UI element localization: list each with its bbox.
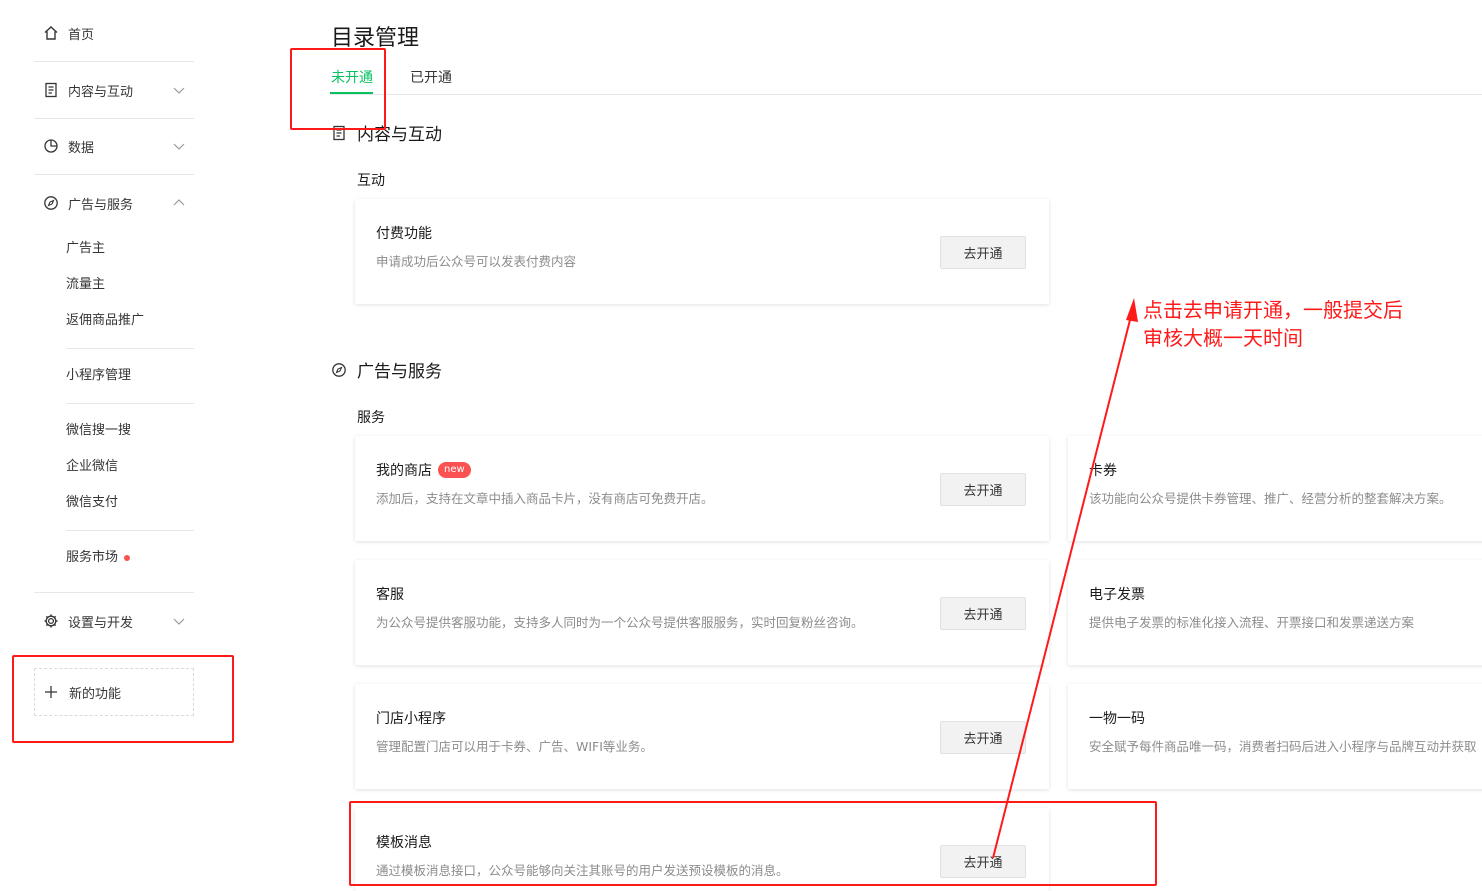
sidebar-item-ads[interactable]: 广告与服务 (34, 188, 194, 218)
feature-card-shop: 我的商店 new 添加后，支持在文章中插入商品卡片，没有商店可免费开店。 去开通 (355, 436, 1049, 541)
plus-icon (45, 686, 57, 698)
card-description: 通过模板消息接口，公众号能够向关注其账号的用户发送预设模板的消息。 (376, 863, 789, 878)
section-title-content: 内容与互动 (331, 120, 442, 145)
feature-card-customer-service: 客服 为公众号提供客服功能，支持多人同时为一个公众号提供客服服务，实时回复粉丝咨… (355, 560, 1049, 665)
home-icon (42, 24, 60, 42)
sidebar-subitem-publisher[interactable]: 流量主 (66, 275, 105, 295)
card-title: 卡券 (1089, 463, 1117, 479)
group-label-interact: 互动 (357, 173, 385, 189)
divider (66, 348, 194, 349)
card-description: 添加后，支持在文章中插入商品卡片，没有商店可免费开店。 (376, 491, 714, 506)
new-function-button[interactable]: 新的功能 (34, 668, 194, 716)
enable-button[interactable]: 去开通 (940, 236, 1026, 269)
card-title: 客服 (376, 587, 404, 603)
feature-card-paid: 付费功能 申请成功后公众号可以发表付费内容 去开通 (355, 199, 1049, 304)
enable-button[interactable]: 去开通 (940, 473, 1026, 506)
card-description: 该功能向公众号提供卡券管理、推广、经营分析的整套解决方案。 (1089, 491, 1452, 506)
annotation-line: 点击去申请开通，一般提交后 (1143, 298, 1403, 322)
sidebar-subitem-commission[interactable]: 返佣商品推广 (66, 311, 144, 331)
divider (34, 592, 194, 593)
feature-card-one-item-one-code: 一物一码 安全赋予每件商品唯一码，消费者扫码后进入小程序与品牌互动并获取 (1068, 684, 1482, 789)
card-description: 申请成功后公众号可以发表付费内容 (376, 254, 577, 269)
chevron-down-icon (173, 143, 185, 150)
sidebar-item-label: 内容与互动 (68, 84, 134, 100)
annotation-text: 点击去申请开通，一般提交后 审核大概一天时间 (1143, 296, 1403, 352)
card-title: 一物一码 (1089, 711, 1145, 727)
card-title: 模板消息 (376, 835, 432, 851)
sidebar-item-settings[interactable]: 设置与开发 (34, 606, 194, 636)
sidebar-subitem-search[interactable]: 微信搜一搜 (66, 421, 131, 441)
sidebar-item-home[interactable]: 首页 (34, 18, 194, 48)
card-title: 门店小程序 (376, 711, 446, 727)
sidebar-item-label: 设置与开发 (68, 615, 134, 631)
feature-card-invoice: 电子发票 提供电子发票的标准化接入流程、开票接口和发票递送方案 (1068, 560, 1482, 665)
card-description: 管理配置门店可以用于卡券、广告、WIFI等业务。 (376, 739, 653, 754)
section-title-ads: 广告与服务 (331, 357, 442, 382)
new-function-label: 新的功能 (69, 686, 122, 702)
enable-button[interactable]: 去开通 (940, 845, 1026, 878)
divider (66, 530, 194, 531)
group-label-service: 服务 (357, 410, 385, 426)
gear-icon (42, 612, 60, 630)
card-description: 提供电子发票的标准化接入流程、开票接口和发票递送方案 (1089, 615, 1415, 630)
sidebar: 首页 内容与互动 数据 广告与服务 广告主 流量主 返佣商品推广 小程序管理 微… (0, 0, 240, 891)
chevron-down-icon (173, 87, 185, 94)
sidebar-subitem-advertiser[interactable]: 广告主 (66, 239, 105, 259)
sidebar-item-label: 首页 (68, 27, 95, 43)
feature-card-coupon: 卡券 该功能向公众号提供卡券管理、推广、经营分析的整套解决方案。 (1068, 436, 1482, 541)
sidebar-item-content[interactable]: 内容与互动 (34, 75, 194, 105)
notification-dot (124, 554, 131, 561)
annotation-line: 审核大概一天时间 (1143, 326, 1303, 350)
feature-card-store-mini-program: 门店小程序 管理配置门店可以用于卡券、广告、WIFI等业务。 去开通 (355, 684, 1049, 789)
enable-button[interactable]: 去开通 (940, 721, 1026, 754)
feature-card-template-message: 模板消息 通过模板消息接口，公众号能够向关注其账号的用户发送预设模板的消息。 去… (355, 808, 1049, 891)
chevron-up-icon (173, 199, 185, 206)
sidebar-subitem-mini-program[interactable]: 小程序管理 (66, 366, 131, 386)
sidebar-subitem-wechat-pay[interactable]: 微信支付 (66, 493, 118, 513)
document-icon (42, 81, 60, 99)
sidebar-item-label: 广告与服务 (68, 197, 134, 213)
divider (34, 61, 194, 62)
page-title: 目录管理 (331, 26, 420, 51)
active-tab-indicator (330, 92, 373, 94)
compass-icon (42, 194, 60, 212)
compass-icon (332, 362, 346, 377)
chevron-down-icon (173, 618, 185, 625)
sidebar-subitem-work-wechat[interactable]: 企业微信 (66, 457, 118, 477)
new-badge: new (438, 462, 471, 478)
card-description: 安全赋予每件商品唯一码，消费者扫码后进入小程序与品牌互动并获取 (1089, 739, 1477, 754)
divider (66, 403, 194, 404)
section-title-label: 内容与互动 (357, 125, 442, 145)
card-title-text: 我的商店 (376, 463, 432, 479)
enable-button[interactable]: 去开通 (940, 597, 1026, 630)
sidebar-item-label: 服务市场 (66, 550, 119, 565)
tabs-divider (330, 94, 1482, 95)
tab-enabled[interactable]: 已开通 (410, 68, 452, 90)
pie-chart-icon (42, 137, 60, 155)
sidebar-subitem-market[interactable]: 服务市场 (66, 548, 131, 568)
tab-not-enabled[interactable]: 未开通 (331, 68, 373, 90)
divider (34, 118, 194, 119)
card-title: 我的商店 new (376, 460, 471, 480)
sidebar-item-data[interactable]: 数据 (34, 131, 194, 161)
divider (34, 174, 194, 175)
card-description: 为公众号提供客服功能，支持多人同时为一个公众号提供客服服务，实时回复粉丝咨询。 (376, 615, 864, 630)
card-title: 电子发票 (1089, 587, 1145, 603)
sidebar-item-label: 数据 (68, 140, 95, 156)
section-title-label: 广告与服务 (357, 362, 442, 382)
document-icon (333, 125, 345, 140)
card-title: 付费功能 (376, 226, 432, 242)
